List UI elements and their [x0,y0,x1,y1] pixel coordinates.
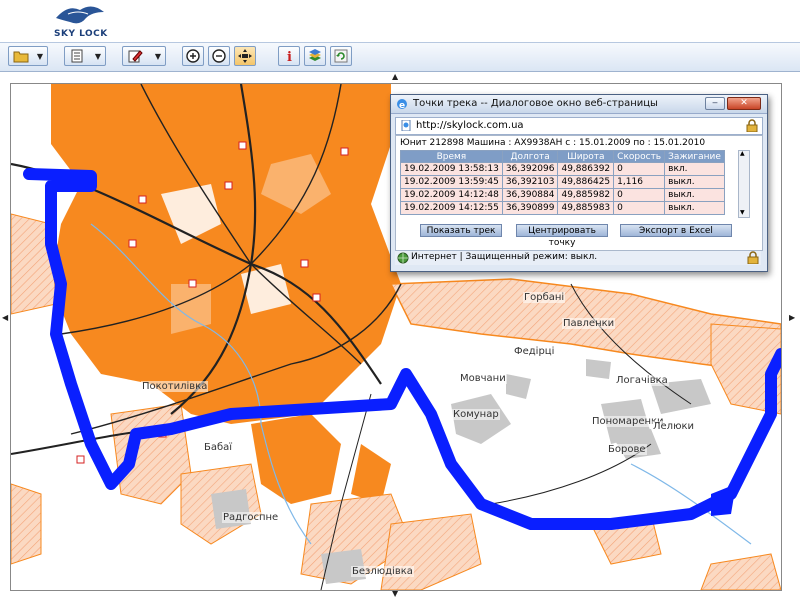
scroll-up-icon[interactable]: ▲ [740,150,745,157]
table-row[interactable]: 19.02.2009 14:12:48 36,390884 49,885982 … [400,188,725,202]
zoom-in-button[interactable] [182,46,204,66]
show-track-button[interactable]: Показать трек [420,224,502,237]
info-icon: i [287,50,292,63]
cell-speed: 0 [613,201,666,215]
dialog-title-bar[interactable]: e Точки трека -- Диалоговое окно веб-стр… [391,95,767,114]
cell-time: 19.02.2009 13:58:13 [400,162,503,176]
pan-left-arrow-icon[interactable]: ◀ [2,313,8,322]
status-text: Интернет | Защищенный режим: выкл. [411,252,598,262]
svg-text:e: e [399,101,405,110]
table-row[interactable]: 19.02.2009 14:12:55 36,390899 49,885983 … [400,201,725,215]
place-label-komunar: Комунар [452,409,500,420]
chevron-down-icon: ▼ [154,52,161,61]
place-label-pavlenky: Павленки [562,318,616,329]
track-points-dialog[interactable]: e Точки трека -- Диалоговое окно веб-стр… [390,94,768,272]
lock-icon [746,119,758,132]
place-label-movchany: Мовчани [459,373,507,384]
cell-latitude: 49,886392 [557,162,615,176]
place-label-gorbani: Горбані [523,292,566,303]
dialog-status-bar: Интернет | Защищенный режим: выкл. [395,251,761,265]
cell-latitude: 49,886425 [557,175,615,189]
ie-icon: e [397,99,407,110]
cell-ignition: выкл. [664,188,725,202]
scroll-down-icon[interactable]: ▼ [740,209,745,216]
page-icon [401,120,411,131]
table-row[interactable]: 19.02.2009 13:59:45 36,392103 49,886425 … [400,175,725,189]
table-row[interactable]: 19.02.2009 13:58:13 36,392096 49,886392 … [400,162,725,176]
zoom-in-icon [186,49,200,63]
cell-longitude: 36,392103 [501,175,559,189]
zoom-out-icon [212,49,226,63]
cell-longitude: 36,392096 [501,162,559,176]
cell-latitude: 49,885983 [557,201,615,215]
unit-info-line: Юнит 212898 Машина : AX9938AH с : 15.01.… [400,138,706,148]
place-label-pokotylivka: Покотилівка [141,381,209,392]
column-header-speed[interactable]: Скорость [613,150,666,163]
chevron-down-icon: ▼ [94,52,101,61]
column-header-time[interactable]: Время [400,150,503,163]
cell-ignition: вкл. [664,162,725,176]
center-point-button[interactable]: Центрировать точку [516,224,608,248]
globe-icon [397,252,409,264]
minimize-button[interactable]: ‒ [705,97,725,110]
column-header-ignition[interactable]: Зажигание [664,150,725,163]
info-button[interactable]: i [278,46,300,66]
cell-speed: 1,116 [613,175,666,189]
place-label-bezliudivka: Безлюдівка [351,566,414,577]
close-button[interactable]: ✕ [727,97,761,110]
cell-time: 19.02.2009 13:59:45 [400,175,503,189]
list-menu-button[interactable]: ▼ [64,46,106,66]
layers-icon [309,49,321,61]
address-url: http://skylock.com.ua [416,120,524,131]
cell-time: 19.02.2009 14:12:48 [400,188,503,202]
cell-ignition: выкл. [664,175,725,189]
column-header-longitude[interactable]: Долгота [501,150,559,163]
address-bar: http://skylock.com.ua [395,117,763,135]
logo-text: SKY LOCK [54,29,108,39]
column-header-latitude[interactable]: Широта [557,150,615,163]
pan-button[interactable] [234,46,256,66]
cell-time: 19.02.2009 14:12:55 [400,201,503,215]
refresh-icon [334,49,348,63]
layers-button[interactable] [304,46,326,66]
urban-area [51,84,401,504]
track-points-table: Время Долгота Широта Скорость Зажигание … [400,150,725,215]
folder-icon [13,51,29,63]
app-header: SKY LOCK [0,0,800,42]
export-excel-button[interactable]: Экспорт в Excel [620,224,732,237]
lock-icon [747,251,759,264]
place-label-babai: Бабаї [203,442,234,453]
cell-ignition: выкл. [664,201,725,215]
place-label-fedirtsi: Федірці [513,346,556,357]
zoom-out-button[interactable] [208,46,230,66]
cell-latitude: 49,885982 [557,188,615,202]
pencil-icon [128,50,143,63]
document-icon [71,49,83,63]
chevron-down-icon: ▼ [36,52,43,61]
dialog-content: Юнит 212898 Машина : AX9938AH с : 15.01.… [395,135,763,251]
toolbar: ▼ ▼ ▼ i [0,42,800,72]
svg-text:i: i [287,50,292,63]
place-label-leliuky: Лелюки [652,421,696,432]
edit-menu-button[interactable]: ▼ [122,46,166,66]
move-icon [238,49,252,63]
place-label-logachivka: Логачівка [615,375,669,386]
pan-right-arrow-icon[interactable]: ▶ [789,313,795,322]
cell-speed: 0 [613,188,666,202]
refresh-button[interactable] [330,46,352,66]
cell-longitude: 36,390884 [501,188,559,202]
open-menu-button[interactable]: ▼ [8,46,48,66]
track-end-marker [711,484,736,516]
table-scrollbar[interactable]: ▲ ▼ [738,150,750,218]
place-label-borove: Борове [607,444,647,455]
place-label-radgospne: Радгоспне [222,512,280,523]
dialog-title: Точки трека -- Диалоговое окно веб-стран… [413,98,658,109]
pan-up-arrow-icon[interactable]: ▲ [392,72,398,81]
cell-longitude: 36,390899 [501,201,559,215]
table-header-row: Время Долгота Широта Скорость Зажигание [400,150,725,163]
cell-speed: 0 [613,162,666,176]
